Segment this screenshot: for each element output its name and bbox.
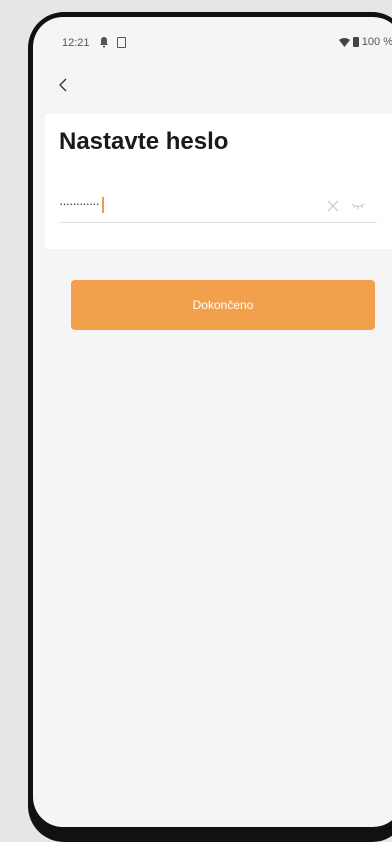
page-title: Nastavte heslo [59,128,229,155]
password-form-card: Nastavte heslo ············ [45,114,392,249]
password-value-text: ············ [59,196,100,211]
status-bar: 12:21 100 % [33,17,392,57]
battery-percentage: 100 % [361,36,392,48]
status-time: 12:21 [62,37,90,49]
wifi-icon [338,37,350,47]
battery-icon [352,37,359,47]
text-caret [101,196,104,213]
notification-bell-icon [100,37,108,48]
eye-closed-icon[interactable] [351,202,365,210]
close-icon[interactable] [327,200,339,212]
status-right-group: 100 % [338,36,392,48]
sim-card-icon [117,37,126,48]
app-screen: 12:21 100 % Nastavte heslo ············ [33,17,392,827]
password-field[interactable]: ············ [59,192,377,223]
done-button[interactable]: Dokončeno [71,280,375,330]
back-button[interactable] [53,73,73,97]
password-input[interactable]: ············ [59,196,104,213]
chevron-left-icon [59,78,67,92]
